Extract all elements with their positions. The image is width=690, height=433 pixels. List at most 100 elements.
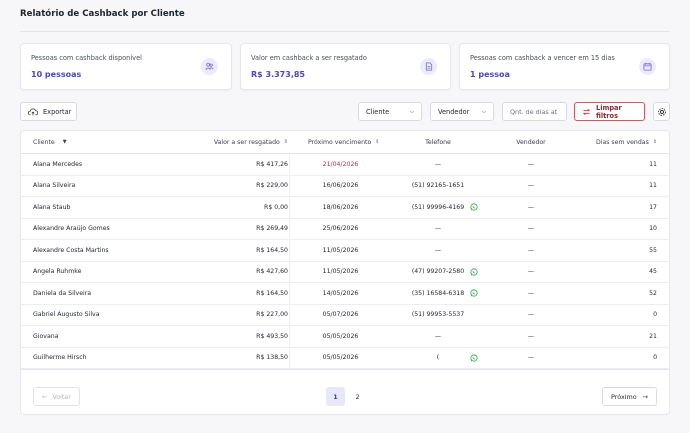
card-label: Pessoas com cashback disponível xyxy=(31,54,142,62)
cell-vendedor: — xyxy=(527,203,535,211)
table-row[interactable]: Gabriel Augusto Silva R$ 227,00 05/07/2026… xyxy=(21,305,669,326)
cell-dias: 11 xyxy=(649,182,657,190)
cell-proximo: 21/04/2026 xyxy=(322,160,359,168)
table-row[interactable]: Alana Silveira R$ 229,00 16/06/2026 (51) 92… xyxy=(21,176,669,197)
card-value: 1 pessoa xyxy=(470,70,510,79)
cell-telefone: (51) 99953-5537 xyxy=(411,311,465,319)
cell-cliente: Giovana xyxy=(33,332,59,340)
table-row[interactable]: Alana Staub R$ 0,00 18/06/2026 (51) 99996-4… xyxy=(21,197,669,219)
table-row[interactable]: Giovana R$ 493,50 05/05/2026 — — 21 xyxy=(21,326,669,348)
page-2[interactable]: 2 xyxy=(348,387,367,406)
cell-proximo: 25/06/2026 xyxy=(322,225,359,233)
cell-cliente: Guilherme Hirsch xyxy=(33,354,87,362)
cell-telefone: (47) 99207-2580 xyxy=(411,268,465,276)
cell-telefone: (51) 99996-4169 xyxy=(411,203,465,211)
cell-cliente: Alana Mercedes xyxy=(33,160,83,168)
arrow-left-icon: ← xyxy=(42,392,48,401)
cell-telefone: — xyxy=(434,160,442,168)
clear-filters-label: Limpar filtros xyxy=(596,103,622,120)
header-vendedor: Vendedor xyxy=(516,131,546,153)
card-value: 10 pessoas xyxy=(31,70,82,79)
page-title: Relatório de Cashback por Cliente xyxy=(20,9,185,19)
next-button[interactable]: Próximo → xyxy=(602,387,657,406)
cell-dias: 52 xyxy=(649,289,657,297)
header-telefone-label: Telefone xyxy=(425,138,451,146)
table-row[interactable]: Angela Ruhmke R$ 427,60 11/05/2026 (47) 992… xyxy=(21,262,669,283)
people-icon xyxy=(201,58,218,75)
export-button[interactable]: Exportar xyxy=(20,102,77,121)
page-1[interactable]: 1 xyxy=(326,387,345,406)
header-proximo[interactable]: Próximo vencimento ⇕ xyxy=(308,131,379,153)
table-row[interactable]: Guilherme Hirsch R$ 138,50 05/05/2026 (— 0 xyxy=(21,348,669,369)
sort-icon: ⇕ xyxy=(652,139,657,145)
cell-dias: 0 xyxy=(653,311,657,319)
header-vendedor-label: Vendedor xyxy=(516,138,546,146)
cell-valor: R$ 227,00 xyxy=(256,311,288,319)
card-label: Valor em cashback a ser resgatado xyxy=(251,54,367,62)
clear-filters-button[interactable]: Limpar filtros xyxy=(574,102,645,121)
cell-vendedor: — xyxy=(527,332,535,340)
days-input[interactable]: Qnt. de dias at xyxy=(502,102,567,121)
swap-icon xyxy=(582,108,591,116)
cell-proximo: 16/06/2026 xyxy=(322,182,359,190)
cell-valor: R$ 164,50 xyxy=(256,246,288,254)
title-divider xyxy=(20,31,670,32)
cell-cliente: Alexandre Costa Martins xyxy=(33,246,109,254)
client-filter-label: Cliente xyxy=(366,107,390,116)
card-value: R$ 3.373,85 xyxy=(251,70,305,79)
cell-dias: 10 xyxy=(649,225,657,233)
table-row[interactable]: Daniela da Silveira R$ 164,50 14/05/2026 (3… xyxy=(21,283,669,305)
whatsapp-icon[interactable] xyxy=(469,348,479,369)
document-icon xyxy=(420,58,437,75)
gear-icon xyxy=(657,107,667,117)
cell-valor: R$ 138,50 xyxy=(256,354,288,362)
sort-icon: ⇕ xyxy=(283,139,288,145)
days-input-placeholder: Qnt. de dias at xyxy=(510,107,558,116)
arrow-right-icon: → xyxy=(642,392,648,401)
cell-telefone: — xyxy=(434,225,442,233)
header-cliente[interactable]: Cliente ▼ xyxy=(33,131,67,153)
cell-proximo: 05/05/2026 xyxy=(322,332,359,340)
upload-cloud-icon xyxy=(28,108,38,116)
export-label: Exportar xyxy=(43,107,72,116)
back-button[interactable]: ← Voltar xyxy=(33,387,80,406)
table-row[interactable]: Alexandre Araújo Gomes R$ 269,49 25/06/202… xyxy=(21,219,669,240)
header-telefone: Telefone xyxy=(406,131,470,153)
whatsapp-icon[interactable] xyxy=(469,262,479,283)
summary-card-people: Pessoas com cashback disponível 10 pesso… xyxy=(20,43,232,90)
seller-filter-label: Vendedor xyxy=(438,107,470,116)
cell-cliente: Alexandre Araújo Gomes xyxy=(33,225,110,233)
seller-filter-select[interactable]: Vendedor ⌵ xyxy=(430,102,494,121)
cell-telefone: (51) 92165-1651 xyxy=(411,182,465,190)
cell-vendedor: — xyxy=(527,246,535,254)
client-filter-select[interactable]: Cliente ⌵ xyxy=(358,102,422,121)
cell-vendedor: — xyxy=(527,289,535,297)
cell-telefone: (35) 16584-6318 xyxy=(411,289,465,297)
header-cliente-label: Cliente xyxy=(33,138,55,146)
cell-dias: 11 xyxy=(649,160,657,168)
calendar-icon xyxy=(639,58,656,75)
cell-dias: 45 xyxy=(649,268,657,276)
whatsapp-icon[interactable] xyxy=(469,283,479,304)
header-valor[interactable]: Valor a ser resgatado ⇕ xyxy=(214,131,288,153)
cell-valor: R$ 493,50 xyxy=(256,332,288,340)
cell-telefone: — xyxy=(434,246,442,254)
table-row[interactable]: Alana Mercedes R$ 417,26 21/04/2026 — — 11 xyxy=(21,154,669,176)
cell-telefone: ( xyxy=(436,354,440,362)
whatsapp-icon[interactable] xyxy=(469,197,479,218)
cell-cliente: Daniela da Silveira xyxy=(33,289,92,297)
cell-cliente: Angela Ruhmke xyxy=(33,268,82,276)
cashback-table: Cliente ▼ Valor a ser resgatado ⇕ Próxim… xyxy=(20,130,670,415)
table-row[interactable]: Alexandre Costa Martins R$ 164,50 11/05/20… xyxy=(21,240,669,262)
cell-cliente: Alana Staub xyxy=(33,203,71,211)
cell-cliente: Alana Silveira xyxy=(33,182,76,190)
cell-vendedor: — xyxy=(527,311,535,319)
cell-valor: R$ 427,60 xyxy=(256,268,288,276)
header-proximo-label: Próximo vencimento xyxy=(308,138,372,146)
cell-proximo: 18/06/2026 xyxy=(322,203,359,211)
cell-vendedor: — xyxy=(527,268,535,276)
cell-vendedor: — xyxy=(527,160,535,168)
settings-button[interactable] xyxy=(653,102,670,121)
header-dias[interactable]: Dias sem vendas ⇕ xyxy=(596,131,657,153)
cell-valor: R$ 417,26 xyxy=(256,160,288,168)
